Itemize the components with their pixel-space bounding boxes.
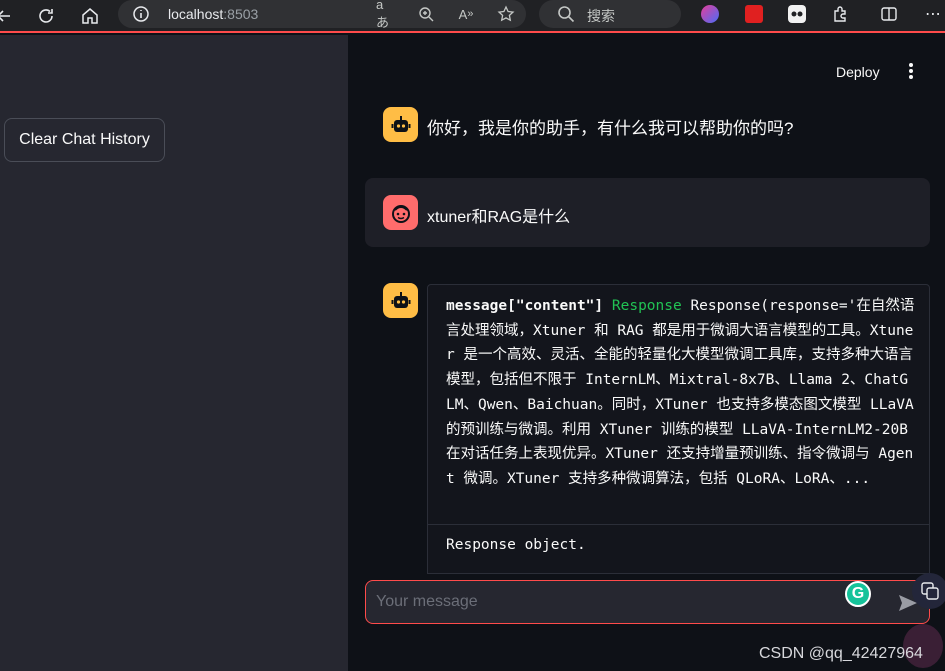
home-icon[interactable] — [78, 4, 102, 28]
address-url: localhost:8503 — [168, 6, 258, 22]
browser-more-icon[interactable]: ⋯ — [924, 5, 942, 23]
reload-icon[interactable] — [34, 4, 58, 28]
watermark: CSDN @qq_42427964 — [759, 645, 923, 662]
sidebar: Clear Chat History — [0, 35, 348, 671]
robot-icon — [383, 283, 418, 318]
back-icon[interactable] — [0, 4, 16, 28]
response-body: Response(response='在自然语言处理领域，Xtuner 和 RA… — [446, 298, 915, 487]
browser-toolbar: localhost:8503 aあ A» 搜索 ⋯ — [0, 0, 945, 33]
immersive-reader-icon[interactable]: A» — [456, 4, 476, 24]
main-menu-icon[interactable] — [903, 61, 919, 81]
deploy-button[interactable]: Deploy — [836, 64, 880, 80]
robot-icon — [383, 107, 418, 142]
grammarly-icon[interactable]: G — [845, 581, 871, 607]
code-divider — [428, 524, 929, 525]
info-icon[interactable] — [132, 5, 150, 23]
search-placeholder: 搜索 — [587, 8, 615, 24]
main-content: Deploy 你好，我是你的助手，有什么我可以帮助你的吗? xtuner和RAG… — [348, 35, 945, 671]
user-message: xtuner和RAG是什么 — [365, 178, 930, 247]
eyes-extension-icon[interactable] — [788, 5, 806, 23]
address-host: localhost — [168, 6, 224, 22]
response-code-block: message["content"] Response Response(res… — [427, 284, 930, 574]
assistant-message-text: 你好，我是你的助手，有什么我可以帮助你的吗? — [427, 119, 794, 138]
translate-icon[interactable] — [912, 573, 945, 609]
zoom-icon[interactable] — [416, 4, 436, 24]
user-message-text: xtuner和RAG是什么 — [427, 209, 571, 226]
response-type-label: Response — [611, 298, 682, 314]
split-screen-icon[interactable] — [880, 5, 898, 23]
address-bar[interactable]: localhost:8503 aあ A» — [118, 0, 526, 30]
response-key-label: message["content"] — [446, 298, 604, 314]
face-icon — [383, 195, 418, 230]
copilot-extension-icon[interactable] — [701, 5, 719, 23]
red-extension-icon[interactable] — [745, 5, 763, 23]
response-object-label: Response object. — [446, 537, 586, 553]
browser-search-box[interactable]: 搜索 — [539, 0, 681, 28]
search-icon — [557, 5, 575, 28]
extensions-puzzle-icon[interactable] — [832, 5, 850, 23]
address-port: :8503 — [223, 6, 259, 22]
favorite-star-icon[interactable] — [496, 4, 516, 24]
chat-input[interactable] — [366, 581, 846, 623]
chat-input-container — [365, 580, 930, 624]
clear-chat-history-button[interactable]: Clear Chat History — [4, 118, 165, 162]
read-aloud-icon[interactable]: aあ — [376, 0, 396, 30]
response-text: message["content"] Response Response(res… — [446, 294, 916, 492]
